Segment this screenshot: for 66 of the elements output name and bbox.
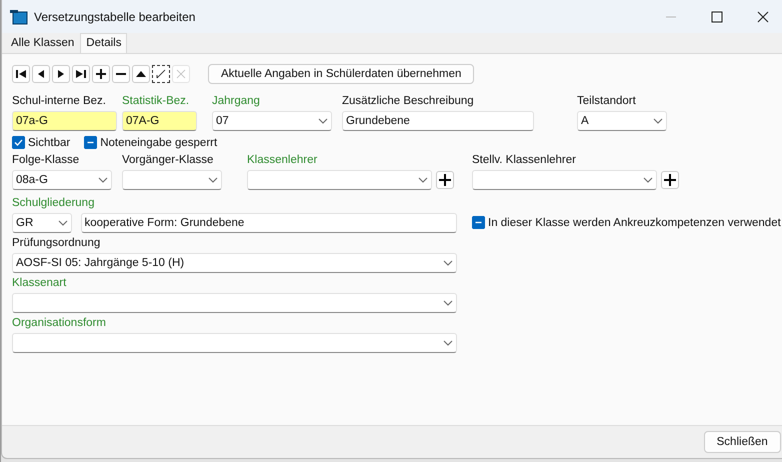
input-field[interactable]: Grundebene [342,111,534,131]
edit-button[interactable] [152,65,170,83]
field-label: Statistik-Bez. [122,94,190,109]
checkbox[interactable] [12,136,25,149]
field-label: Organisationsform [12,316,107,331]
add-button[interactable] [92,65,110,83]
field-label: Prüfungsordnung [12,236,102,251]
add-button[interactable] [436,171,454,189]
field-label: Schulgliederung [12,196,96,211]
chevron-icon [443,340,453,346]
close-icon[interactable] [756,10,769,22]
field-label: Schul-interne Bez. [12,94,107,109]
close-button[interactable]: Schließen [704,431,781,453]
field-label: Jahrgang [212,94,261,109]
chevron-icon [208,177,218,183]
input-field[interactable]: 07a-G [12,111,117,131]
first-button[interactable] [12,65,30,83]
checkbox-label[interactable]: Noteneingabe gesperrt [100,136,218,148]
up-button[interactable] [132,65,150,83]
field-label: Folge-Klasse [12,153,80,168]
dropdown[interactable] [12,333,457,353]
checkbox-label[interactable]: Sichtbar [28,136,70,148]
chevron-icon [58,220,68,226]
remove-button[interactable] [112,65,130,83]
chevron-icon [643,177,653,183]
window-title: Versetzungstabelle bearbeiten [34,10,196,24]
field-label: Vorgänger-Klasse [122,153,214,168]
dropdown[interactable]: 08a-G [12,170,112,190]
chevron-icon [418,177,428,183]
tab[interactable]: Alle Klassen [5,33,80,53]
add-icon [95,68,107,80]
dropdown[interactable] [12,293,457,313]
next-button[interactable] [52,65,70,83]
field-label: Teilstandort [577,94,637,109]
first-icon [15,68,27,80]
last-button[interactable] [72,65,90,83]
field-label: Zusätzliche Beschreibung [342,94,475,109]
field-label: Klassenlehrer [247,153,318,168]
dropdown[interactable] [122,170,222,190]
prev-button[interactable] [32,65,50,83]
plus-icon [439,174,451,186]
edit-icon [155,68,167,80]
plus-icon [664,174,676,186]
dropdown[interactable]: 07 [212,111,332,131]
tab[interactable]: Details [80,33,128,53]
app-icon [10,8,28,24]
last-icon [75,68,87,80]
checkbox-label[interactable]: In dieser Klasse werden Ankreuzkompetenzen verwendet [488,216,781,228]
chevron-icon [653,118,663,124]
field-label: Stellv. Klassenlehrer [472,153,577,168]
chevron-icon [443,300,453,306]
add-button[interactable] [661,171,679,189]
chevron-icon [318,118,328,124]
chevron-icon [98,177,108,183]
dropdown[interactable]: A [577,111,667,131]
input-field[interactable]: kooperative Form: Grundebene [80,213,457,233]
cancel-icon [175,68,187,80]
input-field[interactable]: 07A-G [122,111,197,131]
checkbox[interactable] [84,136,98,149]
field-label: Klassenart [12,276,68,291]
dropdown[interactable]: AOSF-SI 05: Jahrgänge 5-10 (H) [12,253,457,273]
chevron-icon [443,260,453,266]
checkbox[interactable] [472,216,485,229]
apply-button[interactable]: Aktuelle Angaben in Schülerdaten übernehmen [208,64,474,84]
dropdown[interactable]: GR [12,213,72,233]
maximize-icon[interactable] [710,10,723,22]
